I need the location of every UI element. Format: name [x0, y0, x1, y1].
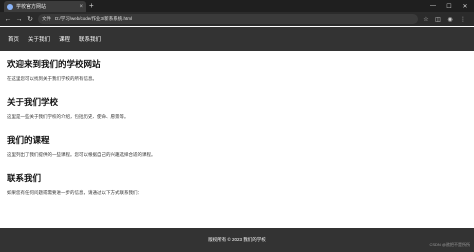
- section-welcome: 欢迎来到我们的学校网站 在这里您可以找到关于我们学校的所有信息。: [7, 58, 467, 82]
- bookmark-star-icon[interactable]: ☆: [421, 14, 431, 24]
- section-heading: 我们的课程: [7, 135, 50, 145]
- new-tab-button[interactable]: +: [89, 1, 94, 11]
- menu-icon[interactable]: ⋮: [458, 14, 468, 24]
- close-window-button[interactable]: ✕: [458, 0, 472, 12]
- section-about: 关于我们学校 这里是一些关于我们学校的介绍，包括历史、使命、愿景等。: [7, 96, 467, 120]
- back-button[interactable]: ←: [3, 14, 13, 24]
- nav-link-contact[interactable]: 联系我们: [79, 35, 101, 43]
- section-heading: 联系我们: [7, 173, 42, 183]
- section-text: 如果您有任何问题或需要进一步的信息，请通过以下方式联系我们：: [7, 190, 142, 195]
- maximize-button[interactable]: ☐: [442, 0, 456, 12]
- section-courses: 我们的课程 这里列出了我们提供的一些课程。您可以根据自己的兴趣选择合适的课程。: [7, 134, 467, 158]
- tab-close-icon[interactable]: ×: [79, 4, 83, 10]
- address-file-label: 文件: [42, 16, 51, 21]
- browser-toolbar: ← → ↻ 文件 D:/学习/web/code/作业3/新系系统.html ☆ …: [0, 12, 474, 26]
- section-text: 在这里您可以找到关于我们学校的所有信息。: [7, 76, 97, 81]
- forward-button[interactable]: →: [14, 14, 24, 24]
- profile-icon[interactable]: ◉: [445, 14, 455, 24]
- footer-copyright: 版权所有 © 2023 我们的学校: [208, 237, 266, 242]
- reload-button[interactable]: ↻: [25, 14, 35, 24]
- tab-title: 学校官方网站: [16, 4, 47, 10]
- browser-tab[interactable]: 学校官方网站 ×: [4, 1, 86, 12]
- section-text: 这里列出了我们提供的一些课程。您可以根据自己的兴趣选择合适的课程。: [7, 152, 156, 157]
- address-url[interactable]: D:/学习/web/code/作业3/新系系统.html: [55, 16, 132, 22]
- browser-tab-strip: 学校官方网站 × + — ☐ ✕: [0, 0, 474, 12]
- section-heading: 关于我们学校: [7, 97, 59, 107]
- minimize-button[interactable]: —: [426, 0, 440, 12]
- site-nav: 首页 关于我们 课程 联系我们: [0, 27, 474, 51]
- nav-link-home[interactable]: 首页: [8, 35, 19, 43]
- section-heading: 欢迎来到我们的学校网站: [7, 59, 101, 69]
- favicon-icon: [7, 3, 13, 10]
- nav-link-about[interactable]: 关于我们: [28, 35, 50, 43]
- nav-link-courses[interactable]: 课程: [59, 35, 70, 43]
- address-bar[interactable]: 文件 D:/学习/web/code/作业3/新系系统.html: [38, 14, 418, 24]
- site-footer: 版权所有 © 2023 我们的学校 CSDN @欲把不是所所: [0, 228, 474, 252]
- watermark: CSDN @欲把不是所所: [429, 242, 470, 247]
- sidebar-icon[interactable]: ◫: [433, 14, 443, 24]
- section-contact: 联系我们 如果您有任何问题或需要进一步的信息，请通过以下方式联系我们：: [7, 172, 467, 196]
- section-text: 这里是一些关于我们学校的介绍，包括历史、使命、愿景等。: [7, 114, 129, 119]
